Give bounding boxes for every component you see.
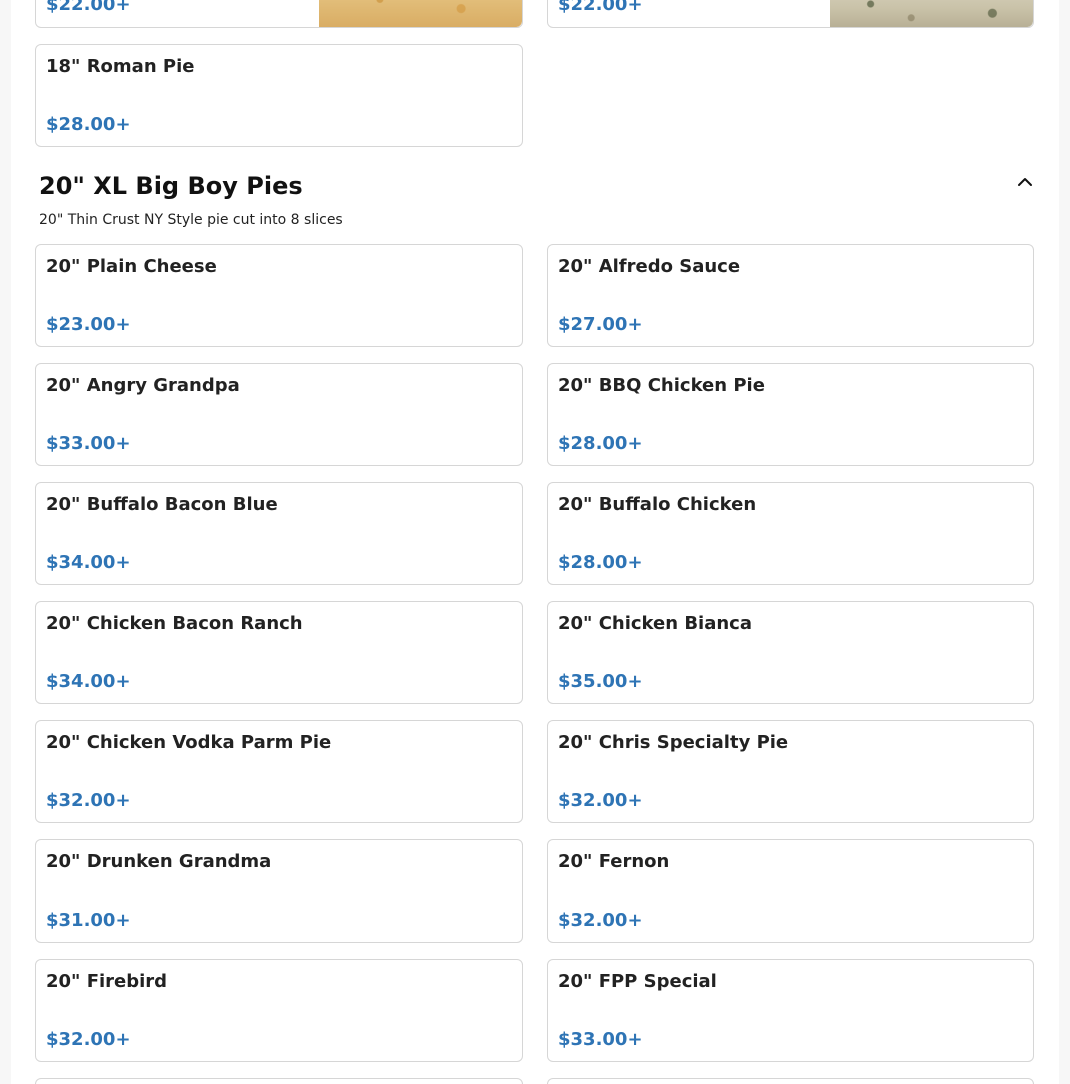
- item-price: $32.00+: [46, 790, 131, 811]
- chevron-up-icon[interactable]: [1015, 172, 1035, 192]
- item-name: 20" Buffalo Chicken: [558, 494, 757, 515]
- item-price: $33.00+: [46, 433, 131, 454]
- item-price: $33.00+: [558, 1029, 643, 1050]
- section-title[interactable]: 20" XL Big Boy Pies: [39, 172, 303, 200]
- item-price: $22.00+: [558, 0, 643, 15]
- cheese-pizza-photo: [319, 0, 522, 27]
- menu-item-card[interactable]: [35, 1078, 523, 1084]
- item-price: $34.00+: [46, 671, 131, 692]
- section-description: 20" Thin Crust NY Style pie cut into 8 s…: [39, 212, 343, 228]
- menu-item-card[interactable]: 20" Buffalo Chicken $28.00+: [547, 482, 1034, 585]
- item-name: 20" Angry Grandpa: [46, 375, 240, 396]
- menu-item-card[interactable]: 20" Plain Cheese $23.00+: [35, 244, 523, 347]
- item-name: 20" Chicken Bacon Ranch: [46, 613, 303, 634]
- menu-item-card[interactable]: 18" Roman Pie $28.00+: [35, 44, 523, 147]
- item-price: $22.00+: [46, 0, 131, 15]
- item-price: $35.00+: [558, 671, 643, 692]
- item-price: $32.00+: [558, 790, 643, 811]
- item-name: 20" Fernon: [558, 851, 670, 872]
- item-name: 20" Chicken Vodka Parm Pie: [46, 732, 332, 753]
- item-price: $34.00+: [46, 552, 131, 573]
- menu-item-card[interactable]: 20" BBQ Chicken Pie $28.00+: [547, 363, 1034, 466]
- menu-page: $22.00+ $22.00+ 18" Roman Pie $28.00+ 20…: [11, 0, 1059, 1084]
- item-name: 20" Plain Cheese: [46, 256, 217, 277]
- menu-item-card[interactable]: $22.00+: [547, 0, 1034, 28]
- menu-item-card[interactable]: $22.00+: [35, 0, 523, 28]
- item-name: 20" Chris Specialty Pie: [558, 732, 789, 753]
- item-price: $28.00+: [558, 433, 643, 454]
- item-name: 20" FPP Special: [558, 971, 717, 992]
- item-price: $28.00+: [558, 552, 643, 573]
- menu-item-card[interactable]: 20" FPP Special $33.00+: [547, 959, 1034, 1062]
- item-name: 20" Chicken Bianca: [558, 613, 753, 634]
- menu-item-card[interactable]: 20" Buffalo Bacon Blue $34.00+: [35, 482, 523, 585]
- menu-item-card[interactable]: 20" Chris Specialty Pie $32.00+: [547, 720, 1034, 823]
- item-name: 20" Firebird: [46, 971, 168, 992]
- menu-item-card[interactable]: 20" Drunken Grandma $31.00+: [35, 839, 523, 943]
- item-price: $31.00+: [46, 910, 131, 931]
- menu-item-card[interactable]: 20" Chicken Bacon Ranch $34.00+: [35, 601, 523, 704]
- menu-item-card[interactable]: 20" Chicken Bianca $35.00+: [547, 601, 1034, 704]
- herb-pizza-photo: [830, 0, 1033, 27]
- item-name: 20" BBQ Chicken Pie: [558, 375, 765, 396]
- menu-item-card[interactable]: 20" Alfredo Sauce $27.00+: [547, 244, 1034, 347]
- item-price: $32.00+: [558, 910, 643, 931]
- item-name: 20" Alfredo Sauce: [558, 256, 741, 277]
- item-price: $28.00+: [46, 114, 131, 135]
- menu-item-card[interactable]: 20" Angry Grandpa $33.00+: [35, 363, 523, 466]
- item-price: $27.00+: [558, 314, 643, 335]
- item-name: 20" Buffalo Bacon Blue: [46, 494, 278, 515]
- item-name: 18" Roman Pie: [46, 56, 195, 77]
- menu-item-card[interactable]: 20" Firebird $32.00+: [35, 959, 523, 1062]
- item-price: $32.00+: [46, 1029, 131, 1050]
- menu-item-card[interactable]: 20" Fernon $32.00+: [547, 839, 1034, 943]
- menu-item-card[interactable]: [547, 1078, 1034, 1084]
- menu-item-card[interactable]: 20" Chicken Vodka Parm Pie $32.00+: [35, 720, 523, 823]
- item-price: $23.00+: [46, 314, 131, 335]
- item-name: 20" Drunken Grandma: [46, 851, 272, 872]
